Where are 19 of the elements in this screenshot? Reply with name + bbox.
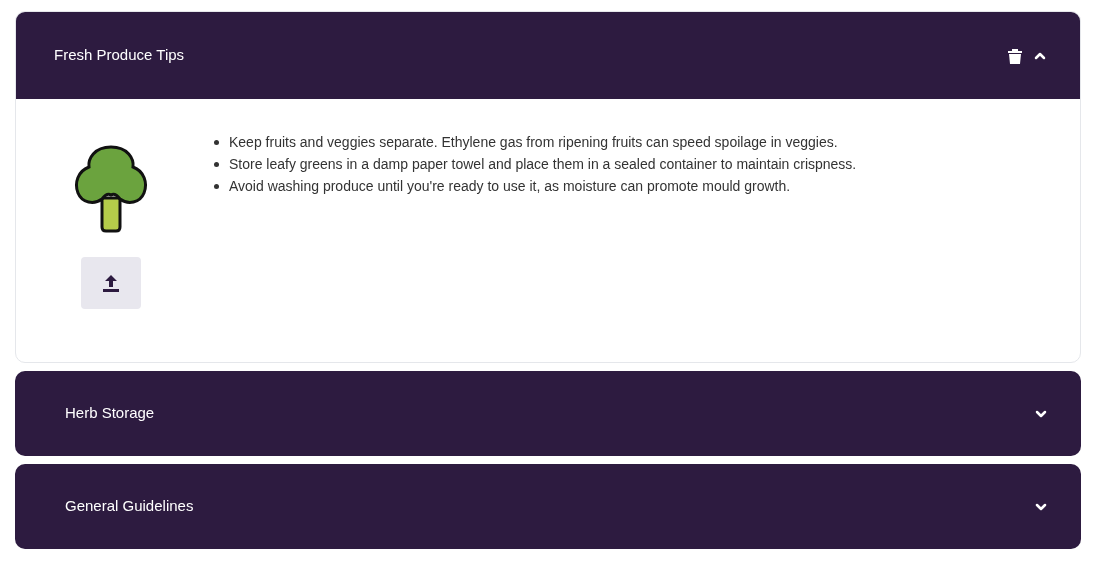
- broccoli-icon: [72, 143, 150, 233]
- tip-text: Keep fruits and veggies separate. Ethylene gas from ripening fruits can speed spoilage in veggies.: [229, 133, 838, 152]
- section-header[interactable]: General Guidelines: [15, 464, 1081, 549]
- bullet-icon: [214, 140, 219, 145]
- section-title: Herb Storage: [65, 403, 155, 424]
- chevron-down-icon[interactable]: [1035, 408, 1047, 419]
- chevron-up-icon[interactable]: [1034, 50, 1046, 61]
- upload-icon: [101, 273, 121, 293]
- section-title: General Guidelines: [65, 496, 194, 517]
- tip-text: Store leafy greens in a damp paper towel and place them in a sealed container to maintain crispness.: [229, 155, 857, 174]
- tip-text: Avoid washing produce until you're ready to use it, as moisture can promote mould growth.: [229, 177, 791, 196]
- section-title: Fresh Produce Tips: [54, 45, 185, 66]
- trash-icon[interactable]: [1008, 47, 1022, 64]
- section-header[interactable]: Fresh Produce Tips: [16, 12, 1080, 99]
- section-header[interactable]: Herb Storage: [15, 371, 1081, 456]
- bullet-icon: [214, 184, 219, 189]
- chevron-down-icon[interactable]: [1035, 501, 1047, 512]
- bullet-icon: [214, 162, 219, 167]
- upload-button[interactable]: [81, 257, 141, 309]
